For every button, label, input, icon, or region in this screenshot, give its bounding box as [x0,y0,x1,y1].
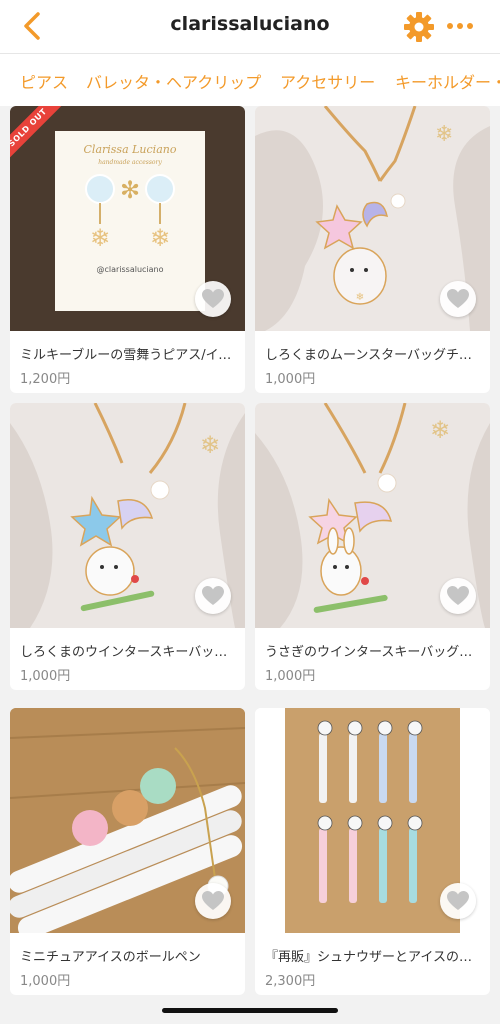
svg-text:❄: ❄ [200,431,220,459]
svg-text:❄: ❄ [435,122,453,147]
product-price: 1,000円 [265,669,316,684]
more-dots-icon[interactable] [446,15,474,37]
home-indicator[interactable] [162,1008,338,1013]
product-name: しろくまのウインタースキーバッグチャーム [20,645,235,660]
svg-text:✻: ✻ [120,176,140,204]
svg-text:❄: ❄ [430,416,450,444]
favorite-button[interactable] [440,883,476,919]
product-price: 1,000円 [20,974,71,989]
favorite-button[interactable] [195,883,231,919]
card-brand-text: Clarissa Luciano [84,143,177,156]
category-tabs: ピアス バレッタ・ヘアクリップ アクセサリー キーホルダー・ [0,54,500,106]
product-card[interactable]: Clarissa Luciano handmade accessory ✻ ❄ … [10,106,245,393]
svg-text:❄: ❄ [150,224,170,252]
card-handle-text: @clarissaluciano [96,265,163,274]
product-card[interactable]: ❄ しろくまのウインタースキーバッグチャーム 1,000円 [10,403,245,690]
app-header: clarissaluciano [0,0,500,54]
svg-text:❄: ❄ [90,224,110,252]
tab-barrette[interactable]: バレッタ・ヘアクリップ [86,69,261,93]
tab-pierce[interactable]: ピアス [20,69,68,93]
tab-keyholder[interactable]: キーホルダー・ [395,69,500,93]
heart-icon [447,891,469,910]
favorite-button[interactable] [195,281,231,317]
product-price: 1,200円 [20,372,71,387]
product-name: しろくまのムーンスターバッグチャーム [265,348,480,363]
heart-icon [202,289,224,308]
product-card[interactable]: ❄ ❄ しろくまのムーンスターバッグチャーム 1,000円 [255,106,490,393]
product-name: うさぎのウインタースキーバッグチャーム [265,645,480,660]
favorite-button[interactable] [195,578,231,614]
product-card[interactable]: ❄ うさぎのウインタースキーバッグチャーム 1,000円 [255,403,490,690]
card-sub-text: handmade accessory [98,159,162,166]
product-price: 1,000円 [265,372,316,387]
gear-icon[interactable] [402,10,436,44]
product-card[interactable]: 『再販』シュナウザーとアイスのボールペン 2,300円 [255,708,490,995]
product-name: ミニチュアアイスのボールペン [20,950,201,965]
product-name: ミルキーブルーの雪舞うピアス/イヤリング [20,348,235,363]
heart-icon [447,586,469,605]
tab-accessory[interactable]: アクセサリー [280,69,375,93]
heart-icon [202,586,224,605]
favorite-button[interactable] [440,281,476,317]
product-price: 1,000円 [20,669,71,684]
product-price: 2,300円 [265,974,316,989]
product-card[interactable]: ミニチュアアイスのボールペン 1,000円 [10,708,245,995]
heart-icon [447,289,469,308]
svg-text:❄: ❄ [356,292,364,303]
product-name: 『再販』シュナウザーとアイスのボールペン [265,950,480,965]
favorite-button[interactable] [440,578,476,614]
heart-icon [202,891,224,910]
